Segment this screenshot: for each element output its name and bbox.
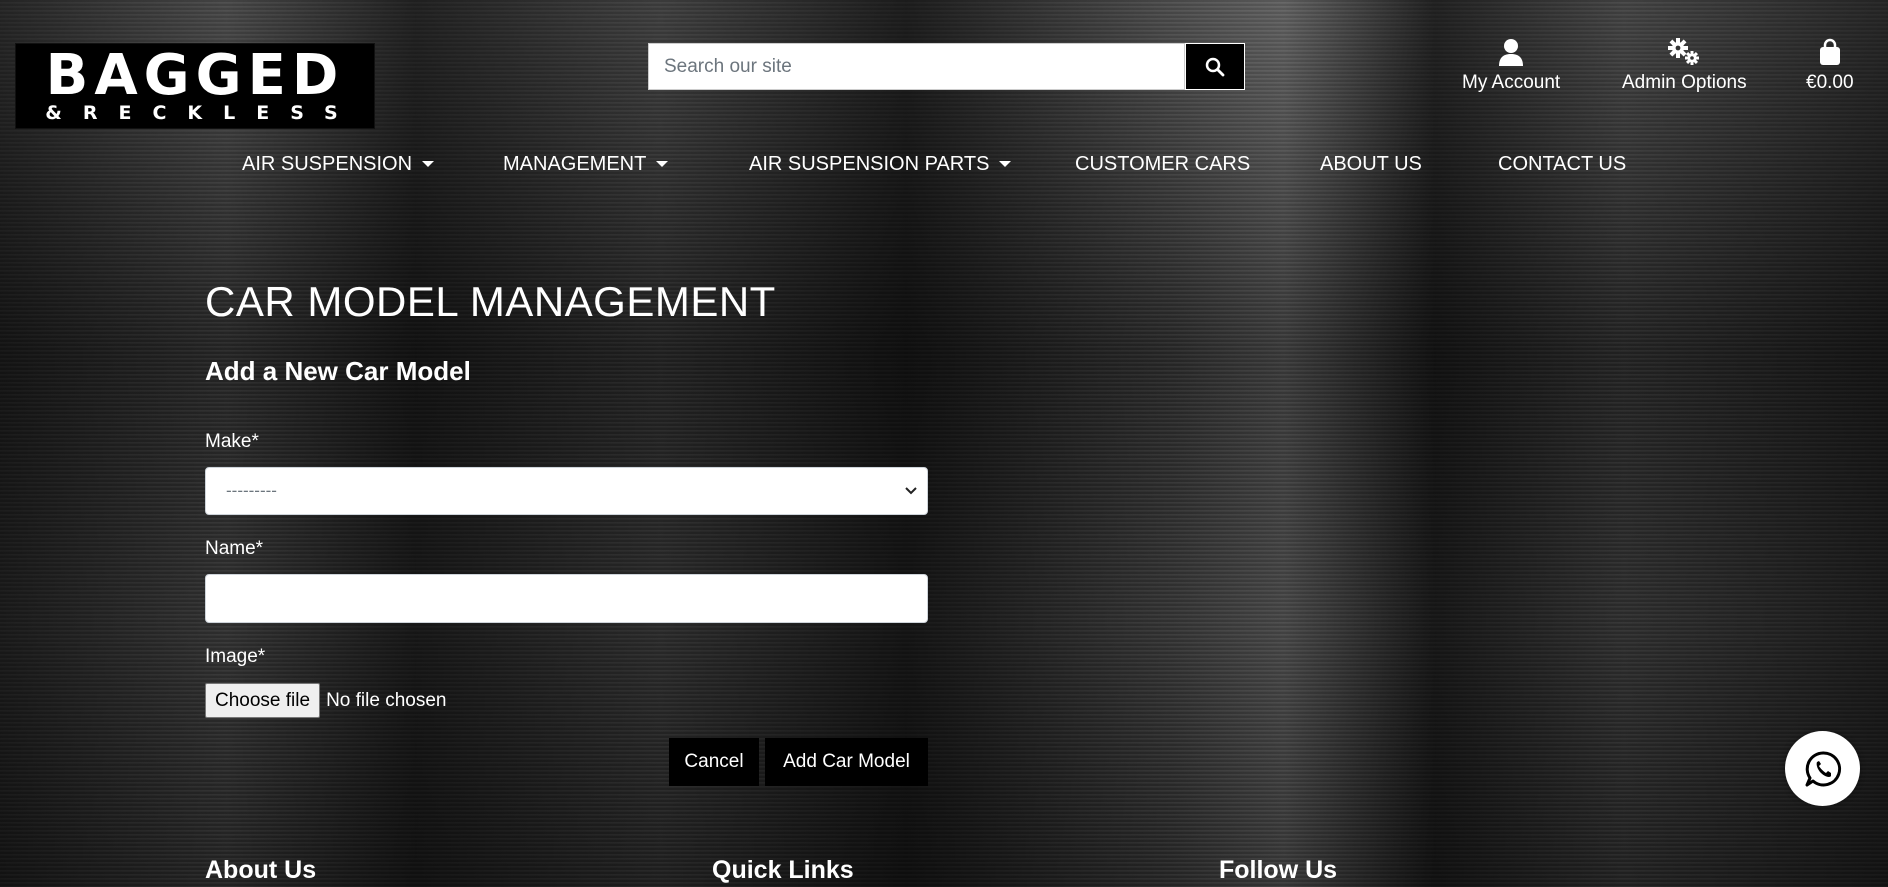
whatsapp-icon bbox=[1805, 750, 1841, 786]
caret-down-icon bbox=[422, 161, 435, 167]
nav-label: CONTACT US bbox=[1498, 152, 1627, 175]
nav-item-air-suspension-parts[interactable]: AIR SUSPENSION PARTS bbox=[749, 148, 1012, 180]
make-label: Make* bbox=[205, 431, 259, 452]
add-car-model-button[interactable]: Add Car Model bbox=[765, 738, 928, 786]
cart-total: €0.00 bbox=[1806, 72, 1854, 93]
nav-item-contact-us[interactable]: CONTACT US bbox=[1498, 148, 1626, 180]
nav-label: AIR SUSPENSION PARTS bbox=[749, 152, 990, 175]
shopping-bag-icon bbox=[1818, 36, 1842, 68]
admin-options-link[interactable]: Admin Options bbox=[1622, 36, 1747, 94]
footer-heading-quick-links: Quick Links bbox=[712, 856, 854, 884]
image-label: Image* bbox=[205, 646, 266, 667]
admin-options-label: Admin Options bbox=[1622, 72, 1747, 93]
nav-item-air-suspension[interactable]: AIR SUSPENSION bbox=[242, 148, 435, 180]
logo-main-text: BAGGED bbox=[45, 43, 345, 108]
cancel-button[interactable]: Cancel bbox=[669, 738, 759, 786]
footer-heading-follow: Follow Us bbox=[1219, 856, 1338, 884]
main-nav: AIR SUSPENSION MANAGEMENT AIR SUSPENSION… bbox=[0, 148, 1888, 188]
whatsapp-button[interactable] bbox=[1785, 731, 1860, 806]
name-input[interactable] bbox=[205, 574, 928, 623]
cart-link[interactable]: €0.00 bbox=[1806, 36, 1854, 94]
my-account-link[interactable]: My Account bbox=[1462, 36, 1560, 94]
my-account-label: My Account bbox=[1462, 72, 1561, 93]
nav-label: AIR SUSPENSION bbox=[242, 152, 413, 175]
search-input[interactable] bbox=[648, 43, 1185, 90]
page-title: CAR MODEL MANAGEMENT bbox=[205, 278, 776, 325]
file-status-text: No file chosen bbox=[326, 689, 447, 711]
nav-item-about-us[interactable]: ABOUT US bbox=[1320, 148, 1422, 180]
nav-item-customer-cars[interactable]: CUSTOMER CARS bbox=[1075, 148, 1250, 180]
chevron-down-icon bbox=[905, 487, 917, 495]
nav-label: ABOUT US bbox=[1320, 152, 1422, 175]
make-selected-value: --------- bbox=[226, 481, 277, 500]
site-search bbox=[648, 43, 1245, 90]
footer-heading-about: About Us bbox=[205, 856, 317, 884]
caret-down-icon bbox=[656, 161, 669, 167]
form-subtitle: Add a New Car Model bbox=[205, 356, 471, 386]
choose-file-button[interactable]: Choose file bbox=[205, 683, 321, 718]
search-button[interactable] bbox=[1185, 43, 1245, 90]
name-label: Name* bbox=[205, 538, 264, 559]
search-icon bbox=[1205, 57, 1225, 76]
nav-label: MANAGEMENT bbox=[503, 152, 647, 175]
logo-sub-text: &RECKLESS bbox=[45, 102, 359, 124]
caret-down-icon bbox=[999, 161, 1012, 167]
make-select[interactable]: --------- bbox=[205, 467, 928, 515]
image-file-input: Choose file No file chosen bbox=[205, 683, 446, 718]
brand-logo[interactable]: BAGGED &RECKLESS bbox=[15, 43, 375, 129]
nav-item-management[interactable]: MANAGEMENT bbox=[503, 148, 669, 180]
gears-icon bbox=[1667, 36, 1701, 68]
nav-label: CUSTOMER CARS bbox=[1075, 152, 1251, 175]
user-icon bbox=[1498, 36, 1524, 68]
